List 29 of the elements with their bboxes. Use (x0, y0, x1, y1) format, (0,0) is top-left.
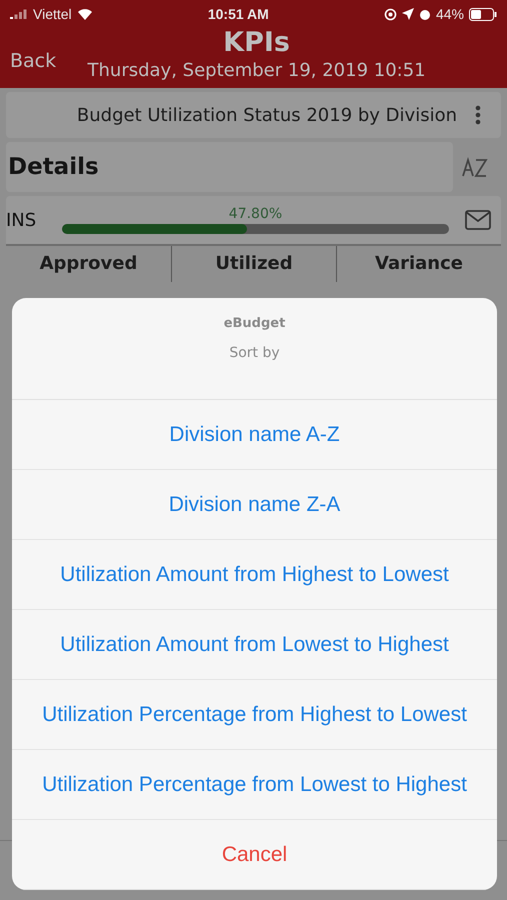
details-title: Details (8, 154, 99, 180)
page-date: Thursday, September 19, 2019 10:51 (88, 59, 426, 83)
more-options-icon[interactable] (475, 105, 481, 125)
wifi-icon (76, 8, 93, 20)
sheet-title: eBudget (224, 316, 286, 331)
sort-option[interactable]: Utilization Percentage from Lowest to Highest (12, 750, 497, 820)
column-header: Utilized (171, 246, 336, 282)
page-title: KPIs (223, 28, 290, 58)
sort-option[interactable]: Utilization Amount from Highest to Lowest (12, 540, 497, 610)
back-button[interactable]: Back (10, 50, 56, 72)
cancel-button[interactable]: Cancel (12, 820, 497, 890)
sort-option[interactable]: Division name A-Z (12, 400, 497, 470)
rotation-lock-icon (384, 8, 397, 20)
sort-option[interactable]: Utilization Percentage from Highest to Lowest (12, 680, 497, 750)
report-title: Budget Utilization Status 2019 by Division (76, 104, 458, 126)
location-arrow-icon (402, 8, 414, 20)
carrier-name: Viettel (33, 6, 72, 22)
column-header: Variance (336, 246, 501, 282)
battery-icon (469, 8, 497, 20)
sort-option[interactable]: Utilization Amount from Lowest to Highest (12, 610, 497, 680)
clock-time: 10:51 AM (208, 6, 269, 22)
column-header: Approved (38, 252, 138, 276)
signal-icon (10, 9, 28, 19)
mail-icon[interactable] (465, 210, 491, 230)
sort-option[interactable]: Division name Z-A (12, 470, 497, 540)
utilization-percent: 47.80% (228, 206, 282, 222)
sheet-message: Sort by (229, 345, 280, 361)
division-name: INS (6, 210, 38, 230)
battery-percent: 44% (436, 6, 464, 22)
